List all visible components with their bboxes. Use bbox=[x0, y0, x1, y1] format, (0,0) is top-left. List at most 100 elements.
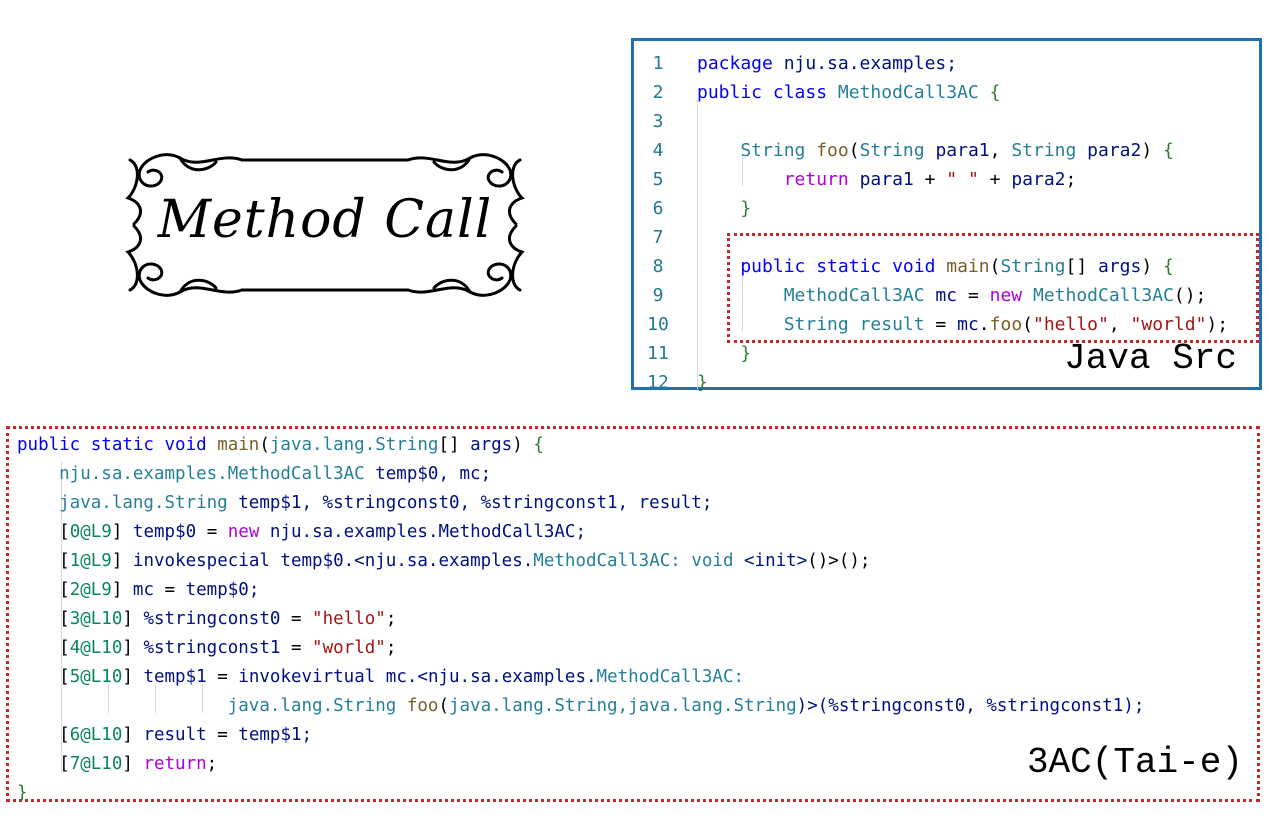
code-token: 3@L10 bbox=[69, 609, 123, 629]
code-token: = bbox=[217, 725, 239, 745]
code-token: ] bbox=[122, 667, 144, 687]
code-token: [ bbox=[17, 551, 70, 571]
code-token: return bbox=[697, 169, 860, 190]
code-token: "hello" bbox=[312, 609, 386, 629]
code-token: )>(%stringconst0, %stringconst1); bbox=[796, 696, 1145, 716]
code-token: 5@L10 bbox=[69, 667, 123, 687]
line-number: 7 bbox=[652, 227, 664, 248]
code-token: temp$0 bbox=[132, 522, 207, 542]
code-token: %stringconst1 bbox=[143, 638, 291, 658]
line-number: 11 bbox=[647, 343, 669, 364]
code-token: 1@L9 bbox=[69, 551, 112, 571]
code-token: temp$0; bbox=[185, 580, 260, 600]
code-token: result bbox=[143, 725, 218, 745]
code-token: ] bbox=[111, 551, 133, 571]
code-token: { bbox=[1163, 140, 1174, 161]
ir-code-line: [0@L9] temp$0 = new nju.sa.examples.Meth… bbox=[17, 518, 586, 547]
code-token: MethodCall3AC: bbox=[596, 667, 745, 687]
code-token: = bbox=[164, 580, 186, 600]
code-token: temp$0, mc; bbox=[375, 464, 492, 484]
code-token: + bbox=[924, 169, 947, 190]
line-number: 3 bbox=[652, 111, 664, 132]
code-token: ()>(); bbox=[807, 551, 871, 571]
main-method-highlight bbox=[727, 233, 1259, 343]
ir-code-line: [1@L9] invokespecial temp$0.<nju.sa.exam… bbox=[17, 547, 870, 576]
code-token: args bbox=[470, 435, 513, 455]
line-code: } bbox=[697, 368, 708, 397]
code-token: <init> bbox=[744, 551, 808, 571]
code-token: 4@L10 bbox=[69, 638, 123, 658]
code-token: ] bbox=[122, 754, 144, 774]
code-token: ] bbox=[122, 725, 144, 745]
code-token: ] bbox=[111, 522, 133, 542]
code-token: , bbox=[989, 140, 1012, 161]
line-number: 6 bbox=[652, 198, 664, 219]
code-token: java.lang.String,java.lang.String bbox=[448, 696, 797, 716]
code-token: = bbox=[290, 609, 313, 629]
ir-code-line: [4@L10] %stringconst1 = "world"; bbox=[17, 634, 396, 663]
method-call-ornament: Method Call bbox=[120, 140, 530, 310]
line-number: 8 bbox=[652, 256, 664, 277]
code-token: ) bbox=[1141, 140, 1164, 161]
code-token: } bbox=[697, 343, 752, 364]
ir-code-line: [6@L10] result = temp$1; bbox=[17, 721, 312, 750]
code-token: new bbox=[227, 522, 270, 542]
code-token: 6@L10 bbox=[69, 725, 123, 745]
code-token: nju.sa.examples.MethodCall3AC bbox=[17, 464, 376, 484]
code-token: "world" bbox=[312, 638, 386, 658]
code-token: temp$1; bbox=[238, 725, 313, 745]
code-token: java.lang.String bbox=[269, 435, 439, 455]
code-token: } bbox=[697, 372, 708, 393]
code-token: foo bbox=[816, 140, 849, 161]
code-token: [ bbox=[17, 580, 70, 600]
code-token: %stringconst0 bbox=[143, 609, 291, 629]
code-token: [ bbox=[17, 667, 70, 687]
code-token: java.lang.String bbox=[17, 493, 239, 513]
line-code: } bbox=[697, 339, 751, 368]
code-token: mc bbox=[132, 580, 165, 600]
ir-code-line: [7@L10] return; bbox=[17, 750, 217, 779]
line-code: package nju.sa.examples; bbox=[697, 49, 957, 78]
ir-code-line: public static void main(java.lang.String… bbox=[17, 431, 544, 460]
code-token: invokevirtual mc.<nju.sa.examples. bbox=[238, 667, 597, 687]
code-token: ; bbox=[385, 638, 397, 658]
line-number: 9 bbox=[652, 285, 664, 306]
code-token: } bbox=[697, 198, 752, 219]
ir-code-line: java.lang.String temp$1, %stringconst0, … bbox=[17, 489, 712, 518]
ir-code-line: [3@L10] %stringconst0 = "hello"; bbox=[17, 605, 396, 634]
code-token: ; bbox=[385, 609, 397, 629]
line-number: 10 bbox=[647, 314, 669, 335]
code-token: String bbox=[1011, 140, 1088, 161]
code-token: foo bbox=[406, 696, 439, 716]
line-number: 4 bbox=[652, 140, 664, 161]
code-token: nju.sa.examples.MethodCall3AC; bbox=[269, 522, 586, 542]
code-token: + bbox=[989, 169, 1012, 190]
code-token: String bbox=[697, 140, 817, 161]
code-token: para2 bbox=[1011, 169, 1066, 190]
code-token: temp$1 bbox=[143, 667, 218, 687]
code-token: MethodCall3AC: void bbox=[533, 551, 745, 571]
line-number: 2 bbox=[652, 82, 664, 103]
code-token: MethodCall3AC bbox=[837, 82, 990, 103]
code-token: [ bbox=[17, 609, 70, 629]
tai-e-3ac-panel: public static void main(java.lang.String… bbox=[6, 426, 1260, 803]
line-number: 12 bbox=[647, 372, 669, 393]
code-token: = bbox=[217, 667, 239, 687]
line-number: 1 bbox=[652, 53, 664, 74]
code-token: ; bbox=[206, 754, 218, 774]
code-token: 7@L10 bbox=[69, 754, 123, 774]
code-token: { bbox=[533, 435, 544, 455]
ir-code-line: java.lang.String foo(java.lang.String,ja… bbox=[17, 692, 1145, 721]
line-code: public class MethodCall3AC { bbox=[697, 78, 1000, 107]
code-token: = bbox=[206, 522, 228, 542]
code-token: main bbox=[217, 435, 260, 455]
code-token: ( bbox=[848, 140, 860, 161]
code-token: [] bbox=[438, 435, 471, 455]
code-token: = bbox=[290, 638, 313, 658]
code-token: ( bbox=[259, 435, 270, 455]
ir-code-line: } bbox=[17, 779, 28, 808]
code-token: [ bbox=[17, 638, 70, 658]
line-code: } bbox=[697, 194, 751, 223]
tai-e-label: 3AC(Tai-e) bbox=[1026, 742, 1243, 783]
code-token: ( bbox=[438, 696, 449, 716]
